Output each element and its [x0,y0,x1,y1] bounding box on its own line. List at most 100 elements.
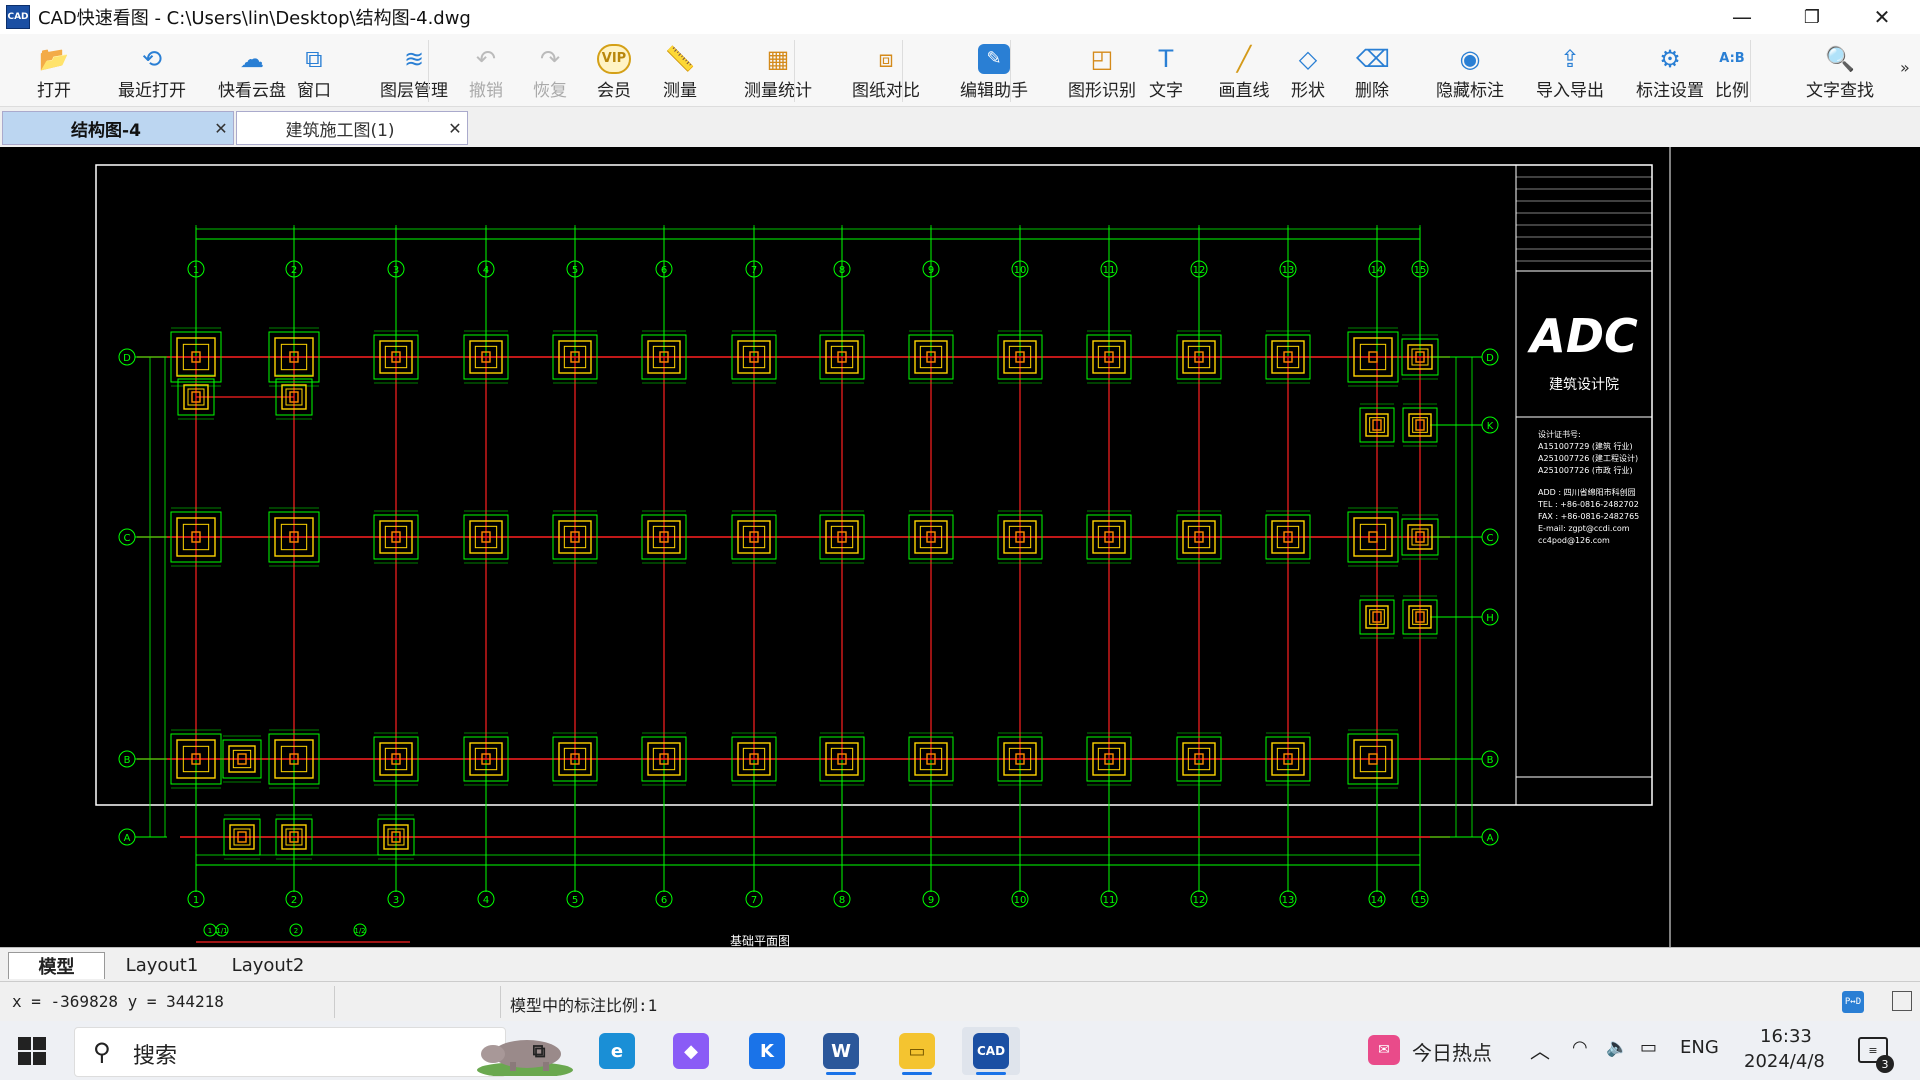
tray-expand-icon[interactable]: ︿ [1530,1035,1550,1064]
tool-label: 删除 [1355,81,1389,101]
toolbar-overflow-icon[interactable]: » [1900,58,1910,77]
tool-history-button[interactable]: ⟲ 最近打开 [112,44,192,104]
tool-label: 标注设置 [1636,81,1704,101]
minimize-button[interactable]: — [1712,0,1772,34]
k-app-icon: K [749,1033,785,1069]
taskbar-app-word[interactable]: W [812,1027,870,1075]
axis-label: 3 [393,895,399,906]
axis-label: D [123,353,131,364]
tool-eraser-button[interactable]: ⌫ 删除 [1350,44,1394,104]
tool-label: 隐藏标注 [1436,81,1504,101]
tool-layers-button[interactable]: ≋ 图层管理 [374,44,454,104]
tool-shapes-button[interactable]: ◇ 形状 [1286,44,1330,104]
input-language[interactable]: ENG [1680,1037,1719,1058]
tool-ruler-button[interactable]: 📏 测量 [658,44,702,104]
text-icon: T [1158,45,1174,73]
axis-label: 1/1 [216,927,227,935]
volume-icon[interactable]: 🔈 [1606,1037,1628,1058]
wifi-icon[interactable]: ◠ [1572,1037,1588,1058]
taskbar-app-task-view[interactable]: ⧉ [510,1027,568,1075]
tool-label: 恢复 [533,81,567,101]
tool-cloud-button[interactable]: ☁ 快看云盘 [212,44,292,104]
taskbar-app-copilot[interactable]: ◆ [662,1027,720,1075]
tab-model[interactable]: 模型 [8,952,105,979]
line-icon: ╱ [1236,45,1252,73]
tool-scale-button[interactable]: A:B 比例 [1710,44,1754,104]
axis-label: 10 [1014,265,1027,276]
task-view-icon: ⧉ [532,1040,546,1062]
close-tab-icon[interactable]: ✕ [209,119,233,138]
tool-line-button[interactable]: ╱ 画直线 [1214,44,1274,104]
tool-label: 文字查找 [1806,81,1874,101]
file-tab-label: 结构图-4 [71,120,141,141]
tool-edit-assistant-button[interactable]: ✎ 编辑助手 [954,44,1034,104]
tab-layout2[interactable]: Layout2 [218,952,318,978]
axis-label: 12 [1193,895,1206,906]
clock-time[interactable]: 16:33 [1760,1026,1812,1047]
battery-icon[interactable]: ▭ [1640,1037,1657,1058]
axis-label: 15 [1414,895,1427,906]
axis-label: 1 [193,265,199,276]
tool-window-button[interactable]: ⧉ 窗口 [292,44,336,104]
axis-label: H [1486,613,1494,624]
tool-label: 画直线 [1218,81,1270,101]
clock-date[interactable]: 2024/4/8 [1744,1051,1825,1072]
file-tab-active[interactable]: 结构图-4 ✕ [2,111,234,145]
tool-shape-recognize-button[interactable]: ◰ 图形识别 [1062,44,1142,104]
news-widget-label[interactable]: 今日热点 [1412,1037,1492,1066]
title-block-text: TEL : +86-0816-2482702 [1537,500,1639,509]
tool-folder-open-button[interactable]: 📂 打开 [32,44,76,104]
tool-undo-button[interactable]: ↶ 撤销 [464,44,508,104]
tool-text-button[interactable]: T 文字 [1144,44,1188,104]
tool-import-export-button[interactable]: ⇪ 导入导出 [1530,44,1610,104]
taskbar-app-edge[interactable]: e [588,1027,646,1075]
restore-button[interactable]: ❐ [1782,0,1842,34]
vip-icon: VIP [597,44,631,74]
windows-start-button[interactable] [18,1037,46,1065]
taskbar-app-file-explorer[interactable]: ▭ [888,1027,946,1075]
tool-label: 快看云盘 [218,81,286,101]
import-export-icon: ⇪ [1559,45,1581,73]
axis-label: 13 [1282,265,1295,276]
tool-label: 打开 [37,81,71,101]
hide-eye-icon: ◉ [1459,45,1481,73]
toolbar-separator [1750,40,1751,102]
drawing-canvas[interactable]: ADC 建筑设计院 设计证书号: A151007729 (建筑 行业) A2510077… [0,147,1920,947]
axis-label: 14 [1371,895,1384,906]
history-icon: ⟲ [141,45,163,73]
taskbar-search-box[interactable]: ⚲ 搜索 [74,1027,573,1077]
measure-stats-icon: ▦ [766,45,790,73]
taskbar-app-k-app[interactable]: K [738,1027,796,1075]
tool-label: 导入导出 [1536,81,1604,101]
pd-toggle-button[interactable]: P↔D [1842,991,1864,1013]
status-bar: x = -369828 y = 344218 模型中的标注比例:1 P↔D [0,981,1920,1022]
title-block-text: 设计证书号: [1538,429,1581,439]
tab-layout1[interactable]: Layout1 [112,952,212,978]
axis-label: 12 [1193,265,1206,276]
tool-text-search-button[interactable]: 🔍 文字查找 [1800,44,1880,104]
eraser-icon: ⌫ [1356,45,1390,73]
toolbar-separator [1010,40,1011,102]
file-explorer-icon: ▭ [899,1033,935,1069]
tool-vip-button[interactable]: VIP 会员 [592,44,636,104]
axis-label: 7 [751,895,757,906]
status-divider [334,986,335,1018]
ruler-icon: 📏 [665,45,695,73]
file-tabs-bar: 结构图-4 ✕ 建筑施工图(1) ✕ [0,107,1920,148]
notification-badge: 3 [1876,1055,1894,1073]
tool-hide-eye-button[interactable]: ◉ 隐藏标注 [1430,44,1510,104]
search-placeholder: 搜索 [133,1044,178,1069]
annotation-scale-text: 模型中的标注比例:1 [510,996,658,1015]
news-icon[interactable]: ✉ [1368,1035,1400,1065]
close-tab-icon[interactable]: ✕ [443,119,467,138]
toolbar-separator [428,40,429,102]
taskbar-app-cad-viewer[interactable]: CAD [962,1027,1020,1075]
tool-redo-button[interactable]: ↷ 恢复 [528,44,572,104]
panel-toggle-button[interactable] [1892,991,1912,1011]
close-window-button[interactable]: ✕ [1852,0,1912,34]
tool-annotation-settings-button[interactable]: ⚙ 标注设置 [1630,44,1710,104]
file-tab[interactable]: 建筑施工图(1) ✕ [236,111,468,145]
tool-measure-stats-button[interactable]: ▦ 测量统计 [738,44,818,104]
axis-label: 6 [661,265,667,276]
tool-compare-button[interactable]: ⧈ 图纸对比 [846,44,926,104]
